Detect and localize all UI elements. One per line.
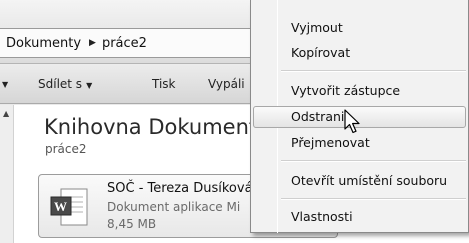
- file-name: SOČ - Tereza Dusíková: [107, 181, 253, 196]
- burn-button[interactable]: Vypáli: [208, 77, 245, 91]
- menu-item-rename[interactable]: Přejmenovat: [253, 132, 466, 154]
- breadcrumb-separator-icon[interactable]: ▶: [89, 38, 96, 48]
- print-button[interactable]: Tisk: [152, 77, 176, 91]
- menu-item-create-shortcut[interactable]: Vytvořit zástupce: [253, 80, 466, 102]
- menu-item-properties[interactable]: Vlastnosti: [253, 206, 466, 228]
- breadcrumb-documents[interactable]: Dokumenty: [6, 36, 81, 51]
- svg-text:W: W: [54, 199, 67, 214]
- file-size: 8,45 MB: [107, 217, 157, 231]
- chevron-down-icon: ▼: [86, 81, 93, 90]
- menu-item-open-file-location[interactable]: Otevřít umístění souboru: [253, 170, 466, 192]
- mouse-pointer-icon: [344, 109, 360, 134]
- scroll-up-arrow-icon[interactable]: ▲: [3, 109, 9, 118]
- breadcrumb-prace2[interactable]: práce2: [102, 36, 147, 51]
- toolbar-dropdown-arrow-icon[interactable]: ▼: [2, 80, 8, 89]
- menu-separator: [281, 70, 466, 72]
- file-type: Dokument aplikace Mi: [107, 200, 241, 214]
- breadcrumb-prace2-label: práce2: [101, 35, 147, 51]
- library-title: Knihovna Dokument: [44, 115, 258, 139]
- breadcrumb-documents-label: Dokumenty: [6, 35, 82, 51]
- menu-separator: [281, 160, 466, 162]
- share-with-button[interactable]: Sdílet s ▼: [38, 77, 92, 91]
- share-with-label: Sdílet s: [38, 77, 83, 91]
- menu-item-cut[interactable]: Vyjmout: [253, 17, 466, 39]
- menu-item-copy[interactable]: Kopírovat: [253, 42, 466, 64]
- menu-separator: [281, 198, 466, 200]
- scrollbar[interactable]: ▲: [0, 105, 14, 243]
- word-document-icon: W: [50, 188, 88, 226]
- library-subtitle: práce2: [45, 142, 87, 156]
